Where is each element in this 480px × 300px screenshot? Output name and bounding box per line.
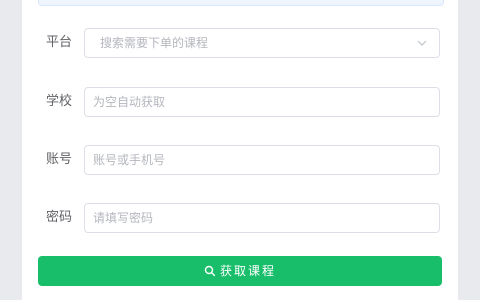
platform-select[interactable]: 搜索需要下单的课程 xyxy=(84,28,440,58)
platform-select-placeholder: 搜索需要下单的课程 xyxy=(100,36,209,50)
password-label: 密码 xyxy=(46,210,73,225)
get-courses-button-label: 获取课程 xyxy=(219,264,276,278)
password-input[interactable]: 请填写密码 xyxy=(84,203,440,233)
school-input[interactable]: 为空自动获取 xyxy=(84,87,440,117)
account-input[interactable]: 账号或手机号 xyxy=(84,145,440,175)
form-card: 平台 搜索需要下单的课程 学校 为空自动获取 账号 账号或手机号 密码 请填写密… xyxy=(22,0,458,300)
account-input-placeholder: 账号或手机号 xyxy=(93,153,166,167)
school-input-placeholder: 为空自动获取 xyxy=(93,95,166,109)
notice-bar xyxy=(38,0,444,6)
platform-label: 平台 xyxy=(46,35,73,50)
search-icon xyxy=(204,265,216,277)
chevron-down-icon xyxy=(417,40,427,46)
password-input-placeholder: 请填写密码 xyxy=(93,211,154,225)
account-label: 账号 xyxy=(46,152,73,167)
get-courses-button[interactable]: 获取课程 xyxy=(38,256,442,286)
school-label: 学校 xyxy=(46,94,73,109)
